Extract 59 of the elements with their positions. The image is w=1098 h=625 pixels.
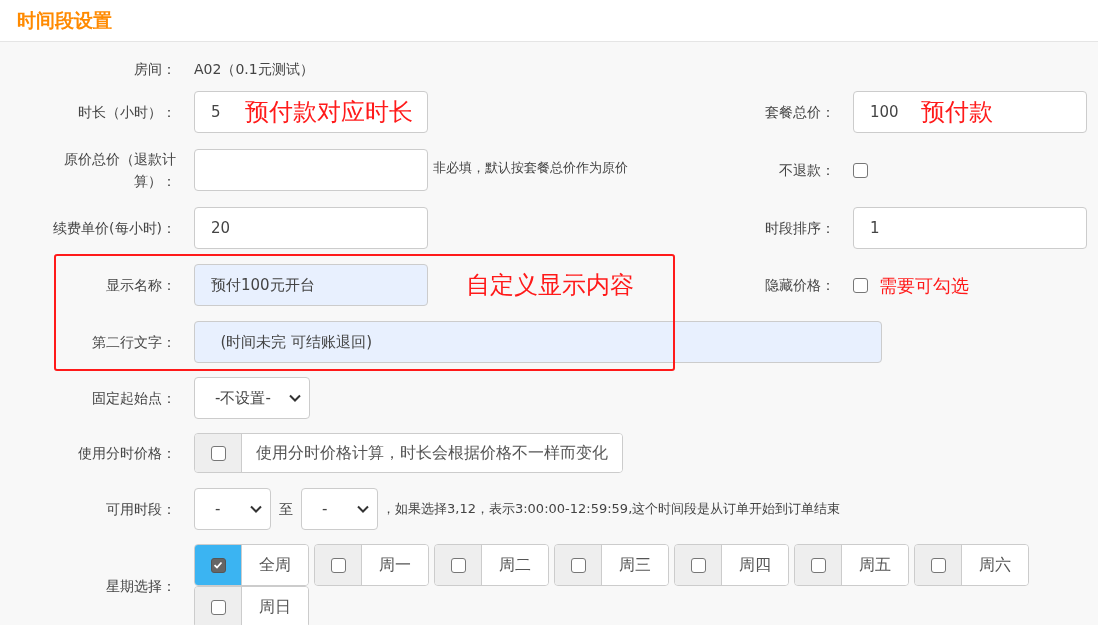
field-value: 100 bbox=[870, 101, 900, 123]
weekday-option[interactable]: 全周 bbox=[242, 545, 308, 585]
field-label: 第二行文字： bbox=[92, 333, 176, 352]
dropdown[interactable]: -不设置- bbox=[194, 377, 310, 419]
field-label: 时段排序： bbox=[765, 218, 835, 238]
option-label: 使用分时价格计算，时长会根据价格不一样而变化 bbox=[242, 434, 622, 472]
weekday-option[interactable]: 周三 bbox=[602, 545, 668, 585]
weekday-option[interactable]: 周日 bbox=[242, 587, 308, 625]
field-label: 使用分时价格： bbox=[78, 444, 176, 463]
field-label: 房间： bbox=[134, 60, 176, 79]
text-input[interactable]: 20 bbox=[194, 207, 428, 249]
separator-text: 至 bbox=[279, 499, 293, 519]
annotation-text: 需要可勾选 bbox=[879, 273, 969, 298]
annotation-text: 预付款 bbox=[921, 97, 993, 128]
chevron-down-icon bbox=[250, 505, 262, 513]
room-value: A02（0.1元测试） bbox=[194, 59, 314, 79]
checkbox[interactable] bbox=[810, 557, 826, 573]
checkbox[interactable] bbox=[853, 277, 868, 293]
field-label: 原价总价（退款计算）： bbox=[63, 150, 176, 191]
checkmark-icon bbox=[213, 560, 223, 570]
weekday-option[interactable]: 周二 bbox=[482, 545, 548, 585]
hint-text: 非必填，默认按套餐总价作为原价 bbox=[433, 159, 628, 177]
text-input[interactable]: 预付100元开台 bbox=[194, 264, 428, 306]
field-label: 星期选择： bbox=[106, 577, 176, 596]
field-label: 不退款： bbox=[779, 160, 835, 180]
hint-text: ，如果选择3,12，表示3:00:00-12:59:59,这个时间段是从订单开始到订单结束 bbox=[382, 500, 841, 519]
annotation-text: 自定义显示内容 bbox=[466, 270, 634, 301]
text-input[interactable]: 5 预付款对应时长 bbox=[194, 91, 428, 133]
field-value: 5 bbox=[211, 101, 222, 123]
chevron-down-icon bbox=[289, 394, 301, 402]
text-input[interactable]: 100 预付款 bbox=[853, 91, 1087, 133]
field-label: 时长（小时）： bbox=[78, 103, 176, 122]
field-label: 续费单价(每小时)： bbox=[53, 219, 176, 238]
dropdown[interactable]: - bbox=[301, 488, 378, 530]
checkbox[interactable] bbox=[450, 557, 466, 573]
chevron-down-icon bbox=[357, 505, 369, 513]
annotation-text: 预付款对应时长 bbox=[245, 97, 413, 128]
field-label: 套餐总价： bbox=[765, 102, 835, 122]
checkbox[interactable] bbox=[210, 445, 226, 461]
weekday-option[interactable]: 周五 bbox=[842, 545, 908, 585]
field-label: 显示名称： bbox=[106, 276, 176, 295]
weekday-option[interactable]: 周一 bbox=[362, 545, 428, 585]
checkbox[interactable] bbox=[330, 557, 346, 573]
dropdown[interactable]: - bbox=[194, 488, 271, 530]
field-label: 可用时段： bbox=[106, 500, 176, 519]
field-label: 隐藏价格： bbox=[765, 275, 835, 295]
checkbox[interactable] bbox=[210, 557, 226, 573]
page-title: 时间段设置 bbox=[17, 8, 112, 34]
field-label: 固定起始点： bbox=[92, 389, 176, 408]
checkbox[interactable] bbox=[853, 162, 868, 178]
weekday-option[interactable]: 周四 bbox=[722, 545, 788, 585]
checkbox[interactable] bbox=[690, 557, 706, 573]
checkbox[interactable] bbox=[570, 557, 586, 573]
text-input[interactable]: 1 bbox=[853, 207, 1087, 249]
text-input[interactable] bbox=[194, 149, 428, 191]
weekday-option[interactable]: 周六 bbox=[962, 545, 1028, 585]
checkbox[interactable] bbox=[930, 557, 946, 573]
checkbox[interactable] bbox=[210, 599, 226, 615]
text-input[interactable]: (时间未完 可结账退回) bbox=[194, 321, 882, 363]
